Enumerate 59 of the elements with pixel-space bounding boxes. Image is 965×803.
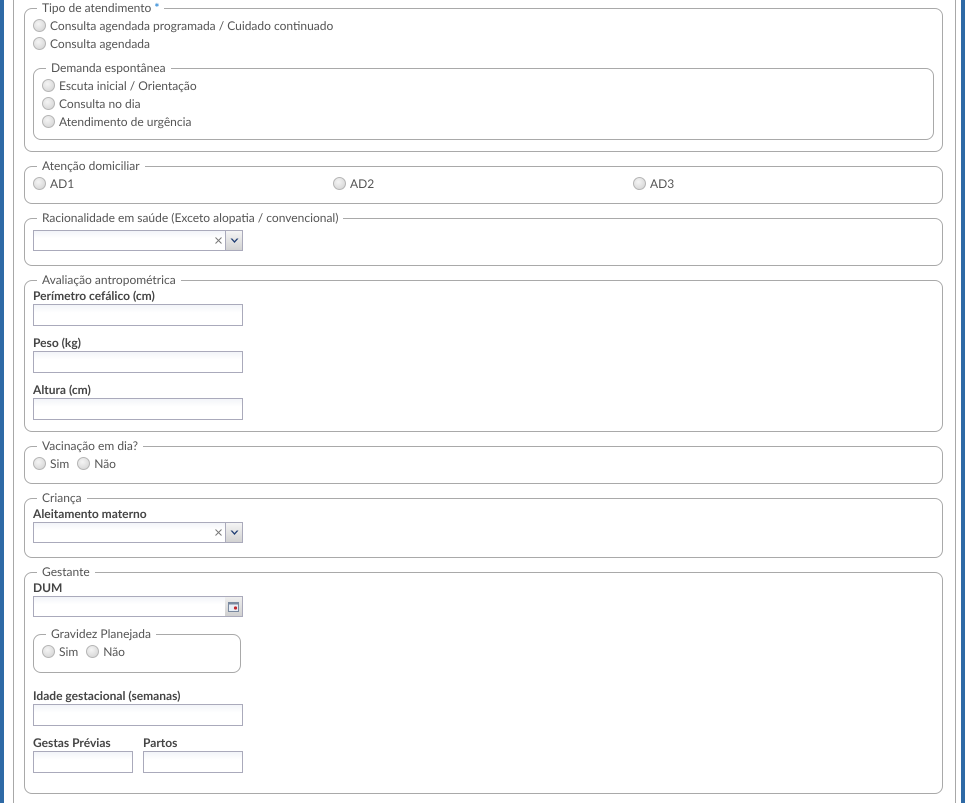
radio-button[interactable] — [42, 644, 55, 658]
radio-button[interactable] — [33, 176, 46, 190]
option-label: AD1 — [50, 176, 74, 190]
field-label: Gestas Prévias — [33, 735, 112, 751]
radio-button[interactable] — [86, 644, 100, 658]
radio-button[interactable] — [42, 114, 55, 128]
required-mark: * — [154, 0, 160, 15]
radio-button[interactable] — [77, 456, 90, 470]
caret-icon — [230, 530, 238, 536]
text-field[interactable] — [33, 398, 243, 420]
field-label: Aleitamento materno — [33, 506, 148, 522]
section-title: Racionalidade em saúde (Exceto alopatia / convencional) — [42, 210, 338, 225]
option-label: Sim — [50, 456, 70, 470]
section-title: Vacinação em dia? — [42, 438, 138, 453]
text-field[interactable] — [143, 751, 243, 773]
radio-button[interactable] — [42, 96, 55, 110]
option-label: Consulta agendada — [50, 36, 150, 50]
dropdown-button[interactable] — [225, 231, 242, 250]
section-title: Criança — [42, 490, 82, 505]
option-label: Sim — [59, 644, 78, 658]
field-label: DUM — [33, 580, 64, 596]
option-label: Não — [94, 456, 116, 470]
caret-icon — [230, 238, 238, 244]
group-title: Gravidez Planejada — [50, 626, 152, 642]
option-label: Escuta inicial / Orientação — [59, 78, 197, 92]
group-title: Demanda espontânea — [50, 60, 167, 76]
field-label: Altura (cm) — [33, 382, 92, 398]
option-label: AD2 — [350, 176, 374, 190]
field-label: Perímetro cefálico (cm) — [33, 288, 156, 304]
text-field[interactable] — [33, 751, 133, 773]
option-label: AD3 — [650, 176, 674, 190]
section-title: Gestante — [42, 564, 90, 579]
field-label: Peso (kg) — [33, 335, 82, 351]
option-label: Consulta agendada programada / Cuidado continuado — [50, 18, 334, 32]
clear-icon[interactable] — [215, 529, 222, 536]
option-label: Atendimento de urgência — [59, 114, 192, 128]
field-label: Idade gestacional (semanas) — [33, 688, 182, 704]
radio-button[interactable] — [333, 176, 346, 190]
calendar-button[interactable] — [225, 597, 242, 616]
text-field[interactable] — [33, 704, 243, 726]
radio-button[interactable] — [33, 456, 46, 470]
dropdown-button[interactable] — [225, 523, 242, 542]
radio-button[interactable] — [33, 36, 46, 50]
section-title: Atenção domiciliar — [42, 158, 140, 173]
radio-button[interactable] — [33, 18, 46, 32]
select-field[interactable] — [33, 230, 243, 251]
select-field[interactable] — [33, 522, 243, 543]
section-title: Avaliação antropométrica — [42, 272, 176, 287]
section-title: Tipo de atendimento — [42, 0, 152, 15]
radio-button[interactable] — [42, 78, 55, 92]
field-label: Partos — [143, 735, 178, 751]
option-label: Não — [103, 644, 125, 658]
option-label: Consulta no dia — [59, 96, 141, 110]
calendar-icon — [228, 602, 239, 612]
clear-icon[interactable] — [215, 237, 222, 244]
date-field[interactable] — [33, 596, 243, 617]
text-field[interactable] — [33, 351, 243, 373]
radio-button[interactable] — [633, 176, 646, 190]
text-field[interactable] — [33, 304, 243, 326]
